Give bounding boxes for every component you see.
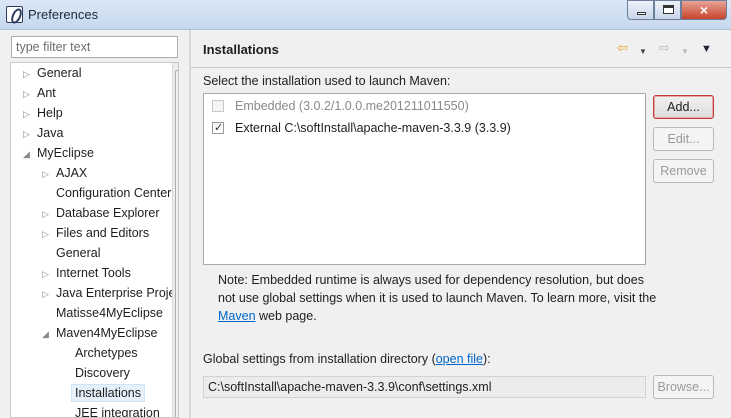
note-text: Note: Embedded runtime is always used fo…: [218, 271, 658, 325]
tree-item-label: Maven4MyEclipse: [56, 326, 158, 340]
tree-item-label: Help: [37, 106, 63, 120]
installations-list: Embedded (3.0.2/1.0.0.me201211011550) Ex…: [203, 93, 646, 265]
minimize-button[interactable]: [627, 0, 654, 20]
myeclipse-logo-icon: [6, 6, 23, 23]
scrollbar-thumb[interactable]: [175, 70, 178, 417]
expand-arrow-icon[interactable]: ▷: [42, 284, 50, 304]
tree-item-label: Java Enterprise Project: [56, 286, 179, 300]
tree-item[interactable]: ◢ MyEclipse: [23, 143, 94, 163]
forward-arrow-icon[interactable]: ⇨: [659, 40, 670, 56]
back-dropdown-icon[interactable]: ▼: [639, 44, 647, 60]
expand-arrow-icon[interactable]: ▷: [42, 164, 50, 184]
tree-item-label: Internet Tools: [56, 266, 131, 280]
external-checkbox[interactable]: [212, 119, 224, 137]
tree-item[interactable]: General: [42, 243, 100, 263]
select-installation-label: Select the installation used to launch M…: [203, 74, 451, 88]
tree-item-label: Configuration Center: [56, 186, 172, 200]
tree-item[interactable]: Installations: [61, 383, 146, 403]
view-menu-icon[interactable]: ▼: [701, 41, 712, 57]
window-controls: ×: [627, 0, 727, 20]
note-tail: web page.: [255, 309, 317, 323]
embedded-checkbox: [212, 100, 224, 112]
tree-item[interactable]: ◢ Maven4MyEclipse: [42, 323, 157, 343]
back-arrow-icon[interactable]: ⇦: [617, 40, 628, 56]
page-title: Installations: [203, 42, 279, 57]
tree-item[interactable]: ▷ AJAX: [42, 163, 87, 183]
tree-item-label: Database Explorer: [56, 206, 160, 220]
dialog-client-area: type filter text ▷ General ▷ Ant ▷ Help ▷ Java ◢…: [0, 30, 731, 418]
remove-button[interactable]: Remove: [653, 159, 714, 183]
tree-item-label: MyEclipse: [37, 146, 94, 160]
tree-item[interactable]: Matisse4MyEclipse: [42, 303, 163, 323]
maximize-button[interactable]: [654, 0, 681, 20]
expand-arrow-icon[interactable]: ▷: [42, 224, 50, 244]
tree-item-label: Files and Editors: [56, 226, 150, 240]
tree-item-label: Discovery: [75, 366, 130, 380]
tree-item[interactable]: ▷ Files and Editors: [42, 223, 149, 243]
tree-item-label: Java: [37, 126, 64, 140]
minimize-icon: [637, 12, 646, 15]
preferences-navigation: type filter text ▷ General ▷ Ant ▷ Help ▷ Java ◢…: [0, 30, 189, 418]
expand-arrow-icon[interactable]: ▷: [42, 264, 50, 284]
title-bar: Preferences ×: [0, 0, 731, 30]
edit-button[interactable]: Edit...: [653, 127, 714, 151]
browse-button[interactable]: Browse...: [653, 375, 714, 399]
preferences-tree: ▷ General ▷ Ant ▷ Help ▷ Java ◢ MyEclipse ▷ AJAX Con…: [10, 62, 179, 418]
expand-arrow-icon[interactable]: ▷: [23, 104, 31, 124]
tree-item[interactable]: JEE integration: [61, 403, 160, 418]
expand-arrow-icon[interactable]: ▷: [23, 84, 31, 104]
title-separator: [191, 67, 731, 68]
close-button[interactable]: ×: [681, 0, 727, 20]
expand-arrow-icon[interactable]: ▷: [42, 204, 50, 224]
tree-item[interactable]: ▷ Internet Tools: [42, 263, 131, 283]
filter-input[interactable]: type filter text: [11, 36, 178, 58]
open-file-link[interactable]: open file: [436, 352, 483, 366]
tree-item[interactable]: ▷ Ant: [23, 83, 56, 103]
collapse-arrow-icon[interactable]: ◢: [23, 144, 31, 164]
tree-item[interactable]: ▷ General: [23, 63, 81, 83]
tree-item-label: Installations: [70, 384, 146, 402]
tree-item-label: Ant: [37, 86, 56, 100]
tree-item-label: Matisse4MyEclipse: [56, 306, 163, 320]
tree-item-label: JEE integration: [75, 406, 160, 418]
tree-item[interactable]: ▷ Java: [23, 123, 63, 143]
maven-link[interactable]: Maven: [218, 309, 256, 323]
note-body: Note: Embedded runtime is always used fo…: [218, 273, 657, 305]
tree-item-label: General: [37, 66, 82, 80]
global-settings-label: Global settings from installation direct…: [203, 352, 491, 366]
tree-item-label: General: [56, 246, 101, 260]
expand-arrow-icon[interactable]: ▷: [23, 64, 31, 84]
installation-label: Embedded (3.0.2/1.0.0.me201211011550): [235, 99, 469, 113]
collapse-arrow-icon[interactable]: ◢: [42, 324, 50, 344]
tree-item[interactable]: ▷ Help: [23, 103, 63, 123]
installations-page: Installations ⇦ ▼ ⇨ ▼ ▼ Select the insta…: [191, 30, 731, 418]
tree-item[interactable]: Configuration Center: [42, 183, 171, 203]
page-navigation: ⇦ ▼ ⇨ ▼ ▼: [617, 40, 717, 58]
tree-item[interactable]: Archetypes: [61, 343, 138, 363]
global-settings-suffix: ):: [483, 352, 491, 366]
tree-item-label: AJAX: [56, 166, 88, 180]
forward-dropdown-icon[interactable]: ▼: [681, 44, 689, 60]
tree-item-label: Archetypes: [75, 346, 138, 360]
tree-vertical-scrollbar[interactable]: [172, 63, 178, 417]
expand-arrow-icon[interactable]: ▷: [23, 124, 31, 144]
tree-item[interactable]: Discovery: [61, 363, 130, 383]
installation-label: External C:\softInstall\apache-maven-3.3…: [235, 121, 511, 135]
window-title: Preferences: [28, 7, 99, 22]
maximize-icon: [663, 5, 674, 14]
add-button[interactable]: Add...: [653, 95, 714, 119]
tree-item[interactable]: ▷ Database Explorer: [42, 203, 160, 223]
global-settings-prefix: Global settings from installation direct…: [203, 352, 436, 366]
tree-item[interactable]: ▷ Java Enterprise Project: [42, 283, 179, 304]
global-settings-path-field: C:\softInstall\apache-maven-3.3.9\conf\s…: [203, 376, 646, 398]
close-icon: ×: [699, 2, 709, 18]
